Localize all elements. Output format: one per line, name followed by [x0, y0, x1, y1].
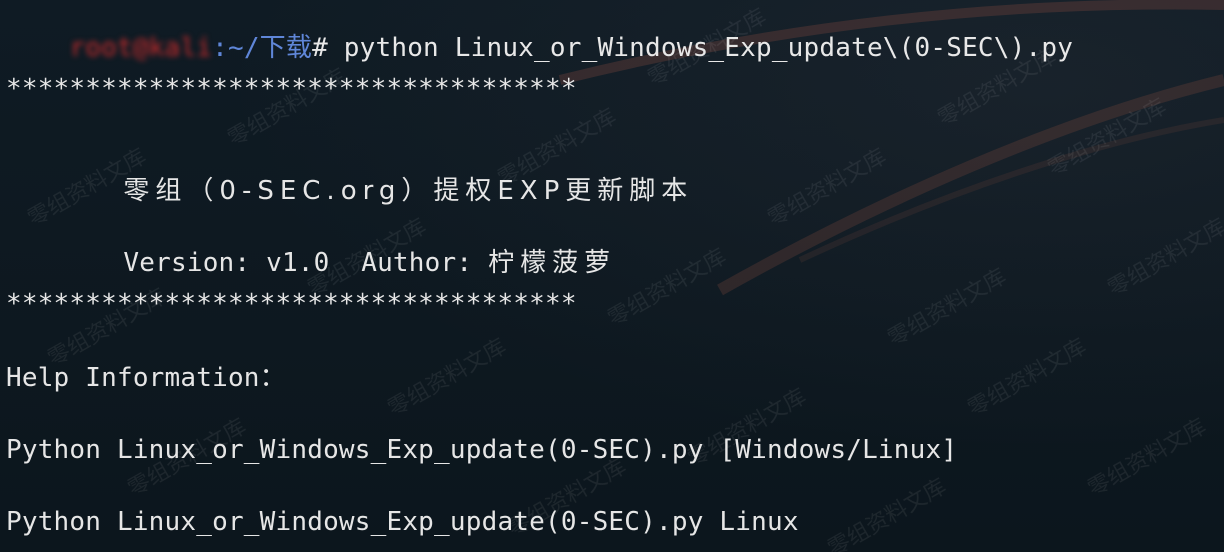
watermark-text: 零组资料文库 [963, 334, 1091, 422]
prompt-user-host: root@kali [69, 33, 213, 63]
version-label: Version: v1.0 Author: [123, 248, 489, 278]
prompt-symbol: # [312, 33, 328, 63]
command-text: python Linux_or_Windows_Exp_update\(0-SE… [327, 33, 1074, 63]
watermark-text: 零组资料文库 [823, 474, 951, 552]
help-header: Help Information： [6, 363, 286, 393]
usage-line-2: Python Linux_or_Windows_Exp_update(0-SEC… [6, 507, 799, 537]
usage-line-1: Python Linux_or_Windows_Exp_update(0-SEC… [6, 435, 958, 465]
watermark-text: 零组资料文库 [1083, 414, 1211, 502]
prompt-path: :~/下载 [212, 33, 313, 63]
watermark-text: 零组资料文库 [1103, 214, 1224, 302]
watermark-text: 零组资料文库 [883, 264, 1011, 352]
separator-top: ************************************ [6, 74, 577, 104]
watermark-text: 零组资料文库 [383, 334, 511, 422]
watermark-text: 零组资料文库 [603, 244, 731, 332]
watermark-text: 零组资料文库 [1043, 94, 1171, 182]
watermark-text: 零组资料文库 [763, 144, 891, 232]
terminal-window[interactable]: 零组资料文库 零组资料文库 零组资料文库 零组资料文库 零组资料文库 零组资料文… [0, 0, 1224, 552]
script-title-text: 零组（0-SEC.org）提权EXP更新脚本 [123, 176, 694, 206]
author-name: 柠檬菠萝 [488, 248, 617, 278]
separator-bottom: ************************************ [6, 289, 577, 319]
